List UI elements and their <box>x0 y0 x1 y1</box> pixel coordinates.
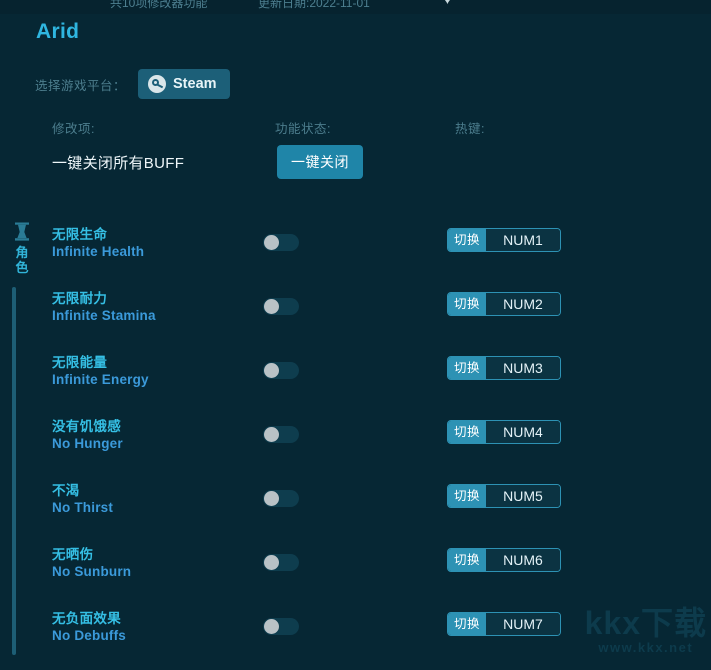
mod-count-label: 共10项修改器功能 <box>110 0 208 10</box>
cheat-name-en: Infinite Stamina <box>52 308 156 323</box>
cheat-name-cn: 无晒伤 <box>52 547 94 562</box>
cheat-toggle-switch[interactable] <box>263 298 299 315</box>
page-title: Arid <box>36 20 80 43</box>
cheat-name-cn: 无负面效果 <box>52 611 121 626</box>
hotkey-action-label: 切换 <box>448 549 487 571</box>
steam-icon <box>148 75 167 93</box>
cheat-hotkey-button[interactable]: 切换 NUM4 <box>447 420 562 444</box>
toggle-knob <box>264 491 279 506</box>
platform-button-label: Steam <box>173 76 217 92</box>
cheat-row: 无限能量 Infinite Energy 切换 NUM3 <box>0 350 711 414</box>
hotkey-action-label: 切换 <box>448 229 487 251</box>
cheat-name-cn: 无限生命 <box>52 227 108 242</box>
cheat-name-en: No Sunburn <box>52 564 132 579</box>
favorite-heart-icon[interactable]: ♥ <box>443 0 458 7</box>
cheat-hotkey-button[interactable]: 切换 NUM2 <box>447 292 562 316</box>
cheat-toggle-switch[interactable] <box>263 618 299 635</box>
cheat-name-en: No Hunger <box>52 436 123 451</box>
hotkey-key-label: NUM5 <box>486 485 561 507</box>
platform-selector-row: 选择游戏平台： Steam <box>35 69 230 99</box>
cheat-name-group: 无限生命 Infinite Health <box>52 226 144 261</box>
hotkey-key-label: NUM3 <box>486 357 561 379</box>
cheat-name-en: Infinite Energy <box>52 372 149 387</box>
cheat-toggle-switch[interactable] <box>263 426 299 443</box>
cheat-toggle-switch[interactable] <box>263 362 299 379</box>
column-header-hotkey: 热键: <box>455 122 485 136</box>
column-header-state: 功能状态: <box>275 122 331 136</box>
cheat-name-en: No Debuffs <box>52 628 126 643</box>
cheat-row: 没有饥饿感 No Hunger 切换 NUM4 <box>0 414 711 478</box>
cheat-name-en: No Thirst <box>52 500 114 515</box>
toggle-knob <box>264 299 279 314</box>
cheat-toggle-switch[interactable] <box>263 554 299 571</box>
hotkey-key-label: NUM2 <box>486 293 561 315</box>
hotkey-action-label: 切换 <box>448 293 487 315</box>
cheat-hotkey-button[interactable]: 切换 NUM5 <box>447 484 562 508</box>
cheat-hotkey-button[interactable]: 切换 NUM6 <box>447 548 562 572</box>
cheat-name-cn: 没有饥饿感 <box>52 419 121 434</box>
cheat-toggle-switch[interactable] <box>263 234 299 251</box>
cheat-hotkey-button[interactable]: 切换 NUM3 <box>447 356 562 380</box>
top-info-strip: 共10项修改器功能 更新日期:2022-11-01 ♥ <box>0 0 711 14</box>
cheat-name-group: 没有饥饿感 No Hunger <box>52 418 123 453</box>
toggle-knob <box>264 427 279 442</box>
cheat-row-list: 无限生命 Infinite Health 切换 NUM1 无限耐力 Infinite St… <box>0 222 711 670</box>
toggle-knob <box>264 555 279 570</box>
hotkey-key-label: NUM1 <box>486 229 561 251</box>
cheat-name-group: 无负面效果 No Debuffs <box>52 610 126 645</box>
hotkey-key-label: NUM4 <box>486 421 561 443</box>
hotkey-action-label: 切换 <box>448 485 487 507</box>
master-disable-button[interactable]: 一键关闭 <box>277 145 363 179</box>
toggle-knob <box>264 235 279 250</box>
cheat-name-group: 无限耐力 Infinite Stamina <box>52 290 156 325</box>
cheat-toggle-switch[interactable] <box>263 490 299 507</box>
cheat-row: 无负面效果 No Debuffs 切换 NUM7 <box>0 606 711 670</box>
cheat-name-group: 无限能量 Infinite Energy <box>52 354 149 389</box>
toggle-knob <box>264 619 279 634</box>
toggle-knob <box>264 363 279 378</box>
cheat-row: 无限耐力 Infinite Stamina 切换 NUM2 <box>0 286 711 350</box>
cheat-name-en: Infinite Health <box>52 244 145 259</box>
cheat-name-group: 无晒伤 No Sunburn <box>52 546 131 581</box>
master-disable-label: 一键关闭所有BUFF <box>52 155 185 172</box>
update-date-label: 更新日期:2022-11-01 <box>258 0 370 10</box>
hotkey-action-label: 切换 <box>448 613 487 635</box>
cheat-row: 无限生命 Infinite Health 切换 NUM1 <box>0 222 711 286</box>
cheat-row: 不渴 No Thirst 切换 NUM5 <box>0 478 711 542</box>
cheat-name-cn: 无限耐力 <box>52 291 108 306</box>
cheat-hotkey-button[interactable]: 切换 NUM7 <box>447 612 562 636</box>
hotkey-action-label: 切换 <box>448 421 487 443</box>
cheat-row: 无晒伤 No Sunburn 切换 NUM6 <box>0 542 711 606</box>
cheat-name-cn: 无限能量 <box>52 355 108 370</box>
cheat-hotkey-button[interactable]: 切换 NUM1 <box>447 228 562 252</box>
hotkey-action-label: 切换 <box>448 357 487 379</box>
cheat-name-cn: 不渴 <box>52 483 80 498</box>
platform-button-steam[interactable]: Steam <box>138 69 230 99</box>
platform-label: 选择游戏平台： <box>35 78 127 93</box>
column-header-mods: 修改项: <box>52 122 95 136</box>
hotkey-key-label: NUM7 <box>486 613 561 635</box>
hotkey-key-label: NUM6 <box>486 549 561 571</box>
cheat-name-group: 不渴 No Thirst <box>52 482 113 517</box>
